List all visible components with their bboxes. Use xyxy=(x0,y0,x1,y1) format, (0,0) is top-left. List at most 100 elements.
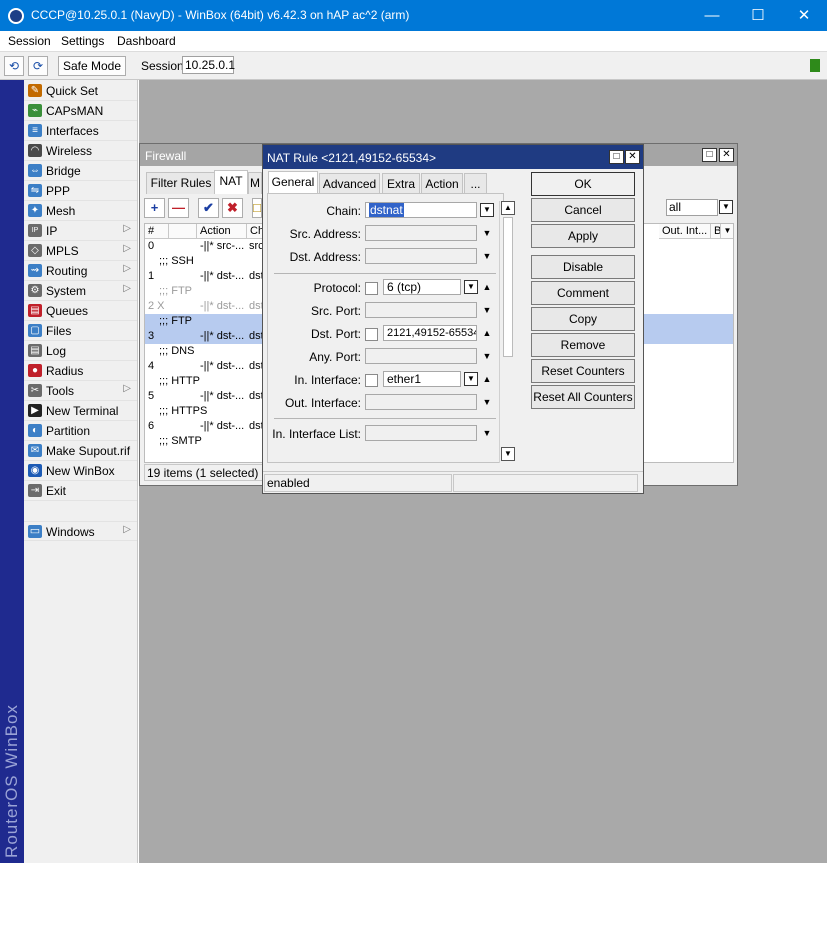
src-address-field[interactable] xyxy=(365,225,477,241)
tab-nat[interactable]: NAT xyxy=(214,170,248,194)
sidebar-item-ip[interactable]: IP IP ▷ xyxy=(24,221,137,241)
dst-port-collapse-icon[interactable]: ▲ xyxy=(481,327,493,339)
protocol-dropdown-icon[interactable]: ▼ xyxy=(464,280,478,294)
sidebar-item-label: Mesh xyxy=(46,204,76,218)
column-header-num[interactable]: # xyxy=(145,224,169,239)
sidebar-item-tools[interactable]: ✂ Tools ▷ xyxy=(24,381,137,401)
remove-icon[interactable]: — xyxy=(168,198,189,218)
tab-extra[interactable]: Extra xyxy=(382,173,420,195)
minimize-button[interactable]: — xyxy=(689,0,735,31)
add-icon[interactable]: + xyxy=(144,198,165,218)
scroll-thumb[interactable] xyxy=(503,217,513,357)
remove-button[interactable]: Remove xyxy=(531,333,635,357)
undo-button[interactable]: ⟲ xyxy=(4,56,24,76)
menu-dashboard[interactable]: Dashboard xyxy=(117,34,176,48)
enable-icon[interactable]: ✔ xyxy=(198,198,219,218)
dst-address-expand-icon[interactable]: ▼ xyxy=(481,250,493,262)
disable-icon[interactable]: ✖ xyxy=(222,198,243,218)
src-address-expand-icon[interactable]: ▼ xyxy=(481,227,493,239)
in-interface-list-field[interactable] xyxy=(365,425,477,441)
chain-value: dstnat xyxy=(369,203,404,217)
apply-button[interactable]: Apply xyxy=(531,224,635,248)
sidebar-item-new-terminal[interactable]: ▶ New Terminal xyxy=(24,401,137,421)
row-comment: ;;; SMTP xyxy=(159,435,202,447)
menu-session[interactable]: Session xyxy=(8,34,51,48)
filter-dropdown-icon[interactable]: ▼ xyxy=(719,200,733,214)
tab-filter-rules[interactable]: Filter Rules xyxy=(146,172,216,194)
nat-close-icon[interactable]: ✕ xyxy=(625,150,640,164)
protocol-collapse-icon[interactable]: ▲ xyxy=(481,281,493,293)
sidebar-item-files[interactable]: ▢ Files xyxy=(24,321,137,341)
reset-counters-button[interactable]: Reset Counters xyxy=(531,359,635,383)
nat-maximize-icon[interactable]: □ xyxy=(609,150,624,164)
sidebar-item-radius[interactable]: ● Radius xyxy=(24,361,137,381)
reset-all-counters-button[interactable]: Reset All Counters xyxy=(531,385,635,409)
protocol-select[interactable]: 6 (tcp) xyxy=(383,279,461,295)
close-button[interactable]: ✕ xyxy=(781,0,827,31)
sidebar-item-make-supout-rif[interactable]: ✉ Make Supout.rif xyxy=(24,441,137,461)
brand-strip: RouterOS WinBox xyxy=(0,80,24,863)
in-interface-negate-checkbox[interactable] xyxy=(365,374,378,387)
src-port-field[interactable] xyxy=(365,302,477,318)
column-header-bytes[interactable]: B xyxy=(711,224,721,239)
in-interface-list-expand-icon[interactable]: ▼ xyxy=(481,427,493,439)
dst-address-field[interactable] xyxy=(365,248,477,264)
filter-select[interactable]: all xyxy=(666,199,718,216)
sidebar-item-partition[interactable]: ◐ Partition xyxy=(24,421,137,441)
any-port-expand-icon[interactable]: ▼ xyxy=(481,350,493,362)
src-port-expand-icon[interactable]: ▼ xyxy=(481,304,493,316)
sidebar-item-new-winbox[interactable]: ◉ New WinBox xyxy=(24,461,137,481)
sidebar-item-mesh[interactable]: ✦ Mesh xyxy=(24,201,137,221)
scroll-down-icon[interactable]: ▼ xyxy=(501,447,515,461)
disable-button[interactable]: Disable xyxy=(531,255,635,279)
comment-icon[interactable]: □ xyxy=(252,198,262,218)
column-menu-icon[interactable]: ▼ xyxy=(721,224,733,239)
any-port-field[interactable] xyxy=(365,348,477,364)
sidebar-item-exit[interactable]: ⇥ Exit xyxy=(24,481,137,501)
in-interface-collapse-icon[interactable]: ▲ xyxy=(481,373,493,385)
ok-button[interactable]: OK xyxy=(531,172,635,196)
scroll-up-icon[interactable]: ▲ xyxy=(501,201,515,215)
sidebar-item-wireless[interactable]: ◠ Wireless xyxy=(24,141,137,161)
sidebar-item-bridge[interactable]: ⇔ Bridge xyxy=(24,161,137,181)
out-interface-field[interactable] xyxy=(365,394,477,410)
general-scrollbar[interactable]: ▲ ▼ xyxy=(499,201,516,463)
maximize-button[interactable]: ☐ xyxy=(735,0,781,31)
tab-action[interactable]: Action xyxy=(421,173,463,195)
dst-port-negate-checkbox[interactable] xyxy=(365,328,378,341)
protocol-negate-checkbox[interactable] xyxy=(365,282,378,295)
chain-select[interactable]: dstnat xyxy=(365,202,477,218)
firewall-close-icon[interactable]: ✕ xyxy=(719,148,734,162)
column-header-action[interactable]: Action xyxy=(197,224,247,239)
sidebar-item-routing[interactable]: ⇝ Routing ▷ xyxy=(24,261,137,281)
redo-button[interactable]: ⟳ xyxy=(28,56,48,76)
tab-more[interactable]: ... xyxy=(464,173,487,195)
column-header-flags[interactable] xyxy=(169,224,197,239)
sidebar-item-capsman[interactable]: ⌁ CAPsMAN xyxy=(24,101,137,121)
tab-general[interactable]: General xyxy=(268,171,318,195)
in-interface-select[interactable]: ether1 xyxy=(383,371,461,387)
dst-port-field[interactable]: 2121,49152-65534 xyxy=(383,325,477,341)
firewall-maximize-icon[interactable]: □ xyxy=(702,148,717,162)
sidebar-item-quick-set[interactable]: ✎ Quick Set xyxy=(24,81,137,101)
sidebar-item-ppp[interactable]: ⇋ PPP xyxy=(24,181,137,201)
comment-button[interactable]: Comment xyxy=(531,281,635,305)
copy-button[interactable]: Copy xyxy=(531,307,635,331)
sidebar-item-queues[interactable]: ▤ Queues xyxy=(24,301,137,321)
sidebar-item-interfaces[interactable]: ≡ Interfaces xyxy=(24,121,137,141)
in-interface-dropdown-icon[interactable]: ▼ xyxy=(464,372,478,386)
cancel-button[interactable]: Cancel xyxy=(531,198,635,222)
safe-mode-button[interactable]: Safe Mode xyxy=(58,56,126,76)
sidebar-item-windows[interactable]: ▭ Windows ▷ xyxy=(24,521,137,541)
chain-dropdown-icon[interactable]: ▼ xyxy=(480,203,494,217)
sidebar-item-mpls[interactable]: ◇ MPLS ▷ xyxy=(24,241,137,261)
tab-advanced[interactable]: Advanced xyxy=(319,173,380,195)
sidebar-item-log[interactable]: ▤ Log xyxy=(24,341,137,361)
tab-mangle[interactable]: M xyxy=(248,172,262,194)
nat-rule-title-bar[interactable]: NAT Rule <2121,49152-65534> □ ✕ xyxy=(263,145,643,169)
menu-settings[interactable]: Settings xyxy=(61,34,104,48)
column-header-out-interface[interactable]: Out. Int... xyxy=(659,224,711,239)
sidebar-item-system[interactable]: ⚙ System ▷ xyxy=(24,281,137,301)
out-interface-expand-icon[interactable]: ▼ xyxy=(481,396,493,408)
nat-rule-dialog[interactable]: NAT Rule <2121,49152-65534> □ ✕ General … xyxy=(262,144,644,494)
